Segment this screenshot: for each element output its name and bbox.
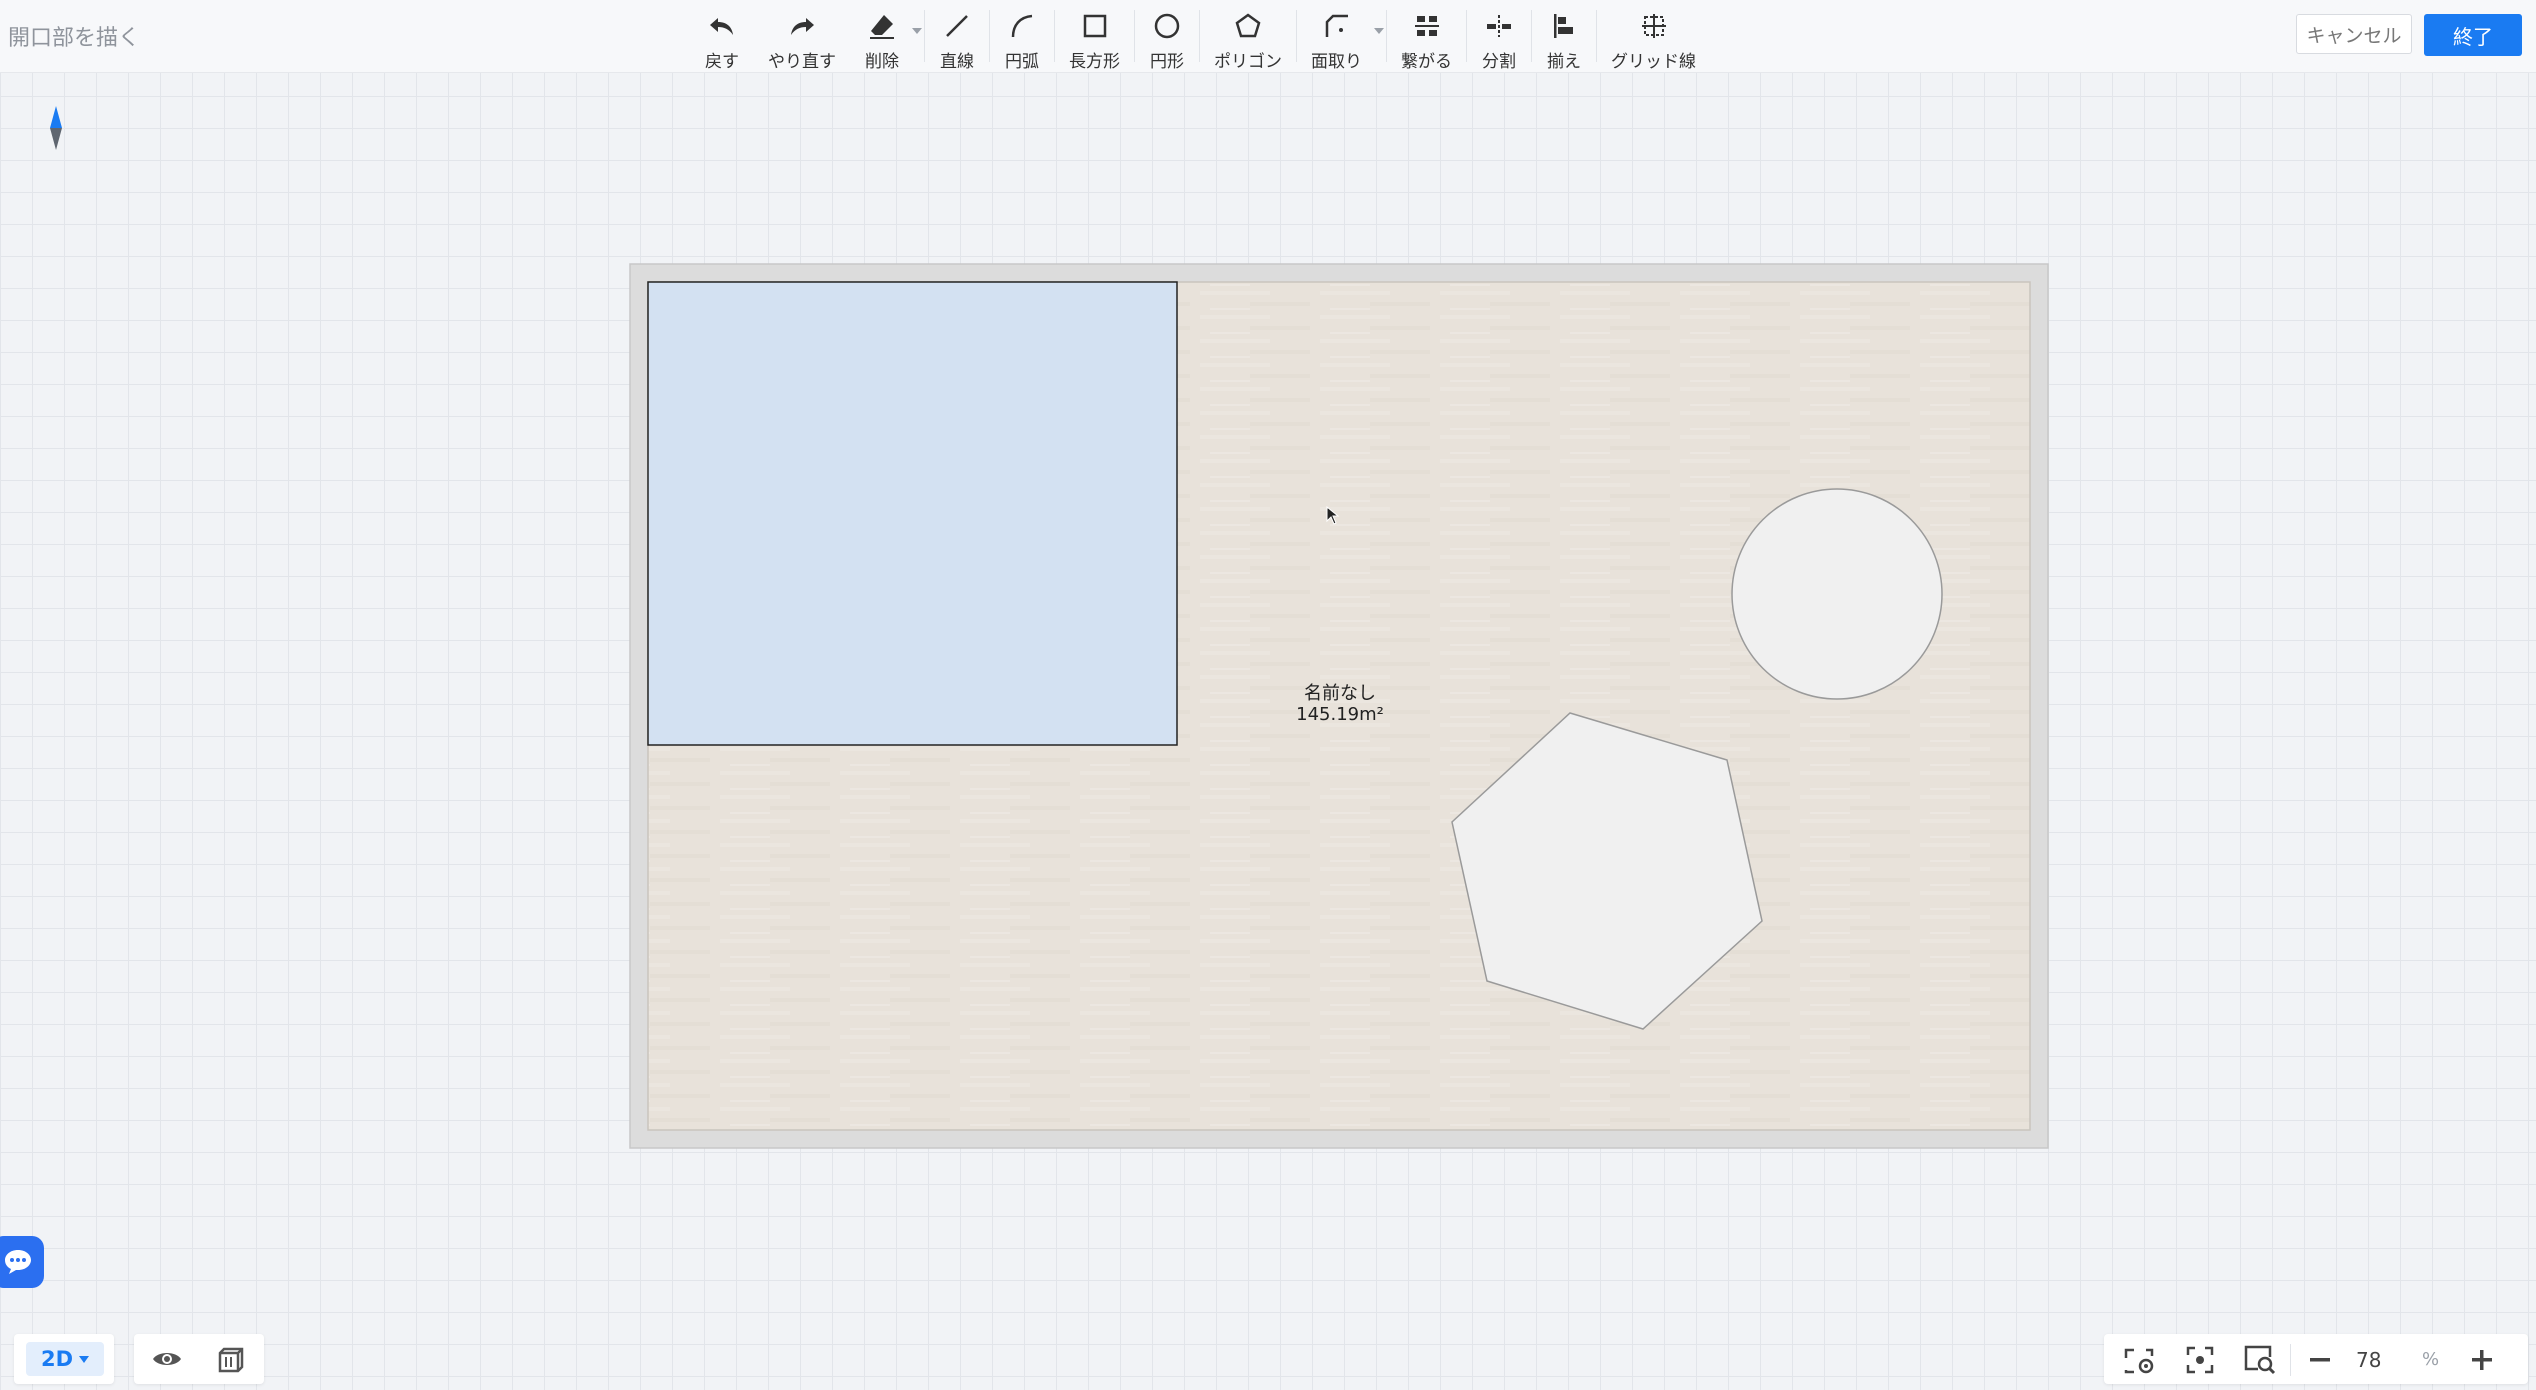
circle-icon xyxy=(1149,8,1185,43)
tool-group: 戻す やり直す 削除 直線 円弧 長方形 円形 ポリゴン 面取り 繋がる 分割 … xyxy=(690,0,1710,72)
zoom-out-button[interactable] xyxy=(2300,1340,2340,1380)
circle-button[interactable]: 円形 xyxy=(1135,0,1199,72)
top-toolbar: 開口部を描く 戻す やり直す 削除 直線 円弧 長方形 円形 ポリゴン 面取り … xyxy=(0,0,2536,73)
page-title: 開口部を描く xyxy=(8,26,141,51)
connect-button[interactable]: 繋がる xyxy=(1387,0,1466,72)
connect-icon xyxy=(1409,8,1445,43)
rectangle-opening[interactable] xyxy=(647,281,1178,746)
undo-button[interactable]: 戻す xyxy=(690,0,754,72)
rectangle-button[interactable]: 長方形 xyxy=(1055,0,1134,72)
room-area: 145.19m² xyxy=(1296,704,1384,725)
view-mode-dropdown[interactable]: 2D xyxy=(26,1342,104,1376)
chevron-down-icon[interactable] xyxy=(912,28,922,34)
zoom-area-button[interactable] xyxy=(2240,1340,2280,1380)
chamfer-label: 面取り xyxy=(1311,52,1362,72)
chamfer-icon xyxy=(1319,8,1355,43)
minus-icon xyxy=(2310,1358,2330,1362)
zoom-divider xyxy=(2290,1344,2291,1376)
view-settings-button[interactable] xyxy=(2120,1340,2160,1380)
split-label: 分割 xyxy=(1482,52,1516,72)
polygon-button[interactable]: ポリゴン xyxy=(1200,0,1296,72)
connect-label: 繋がる xyxy=(1401,52,1452,72)
rectangle-label: 長方形 xyxy=(1069,52,1120,72)
room-name: 名前なし xyxy=(1304,683,1376,704)
chevron-down-icon xyxy=(79,1355,90,1363)
3d-box-button[interactable] xyxy=(214,1341,250,1377)
polygon-opening[interactable] xyxy=(1451,712,1763,1030)
eye-icon xyxy=(152,1353,181,1365)
arc-button[interactable]: 円弧 xyxy=(990,0,1054,72)
redo-button[interactable]: やり直す xyxy=(754,0,850,72)
visibility-button[interactable] xyxy=(149,1341,185,1377)
grid-line-icon xyxy=(1636,8,1672,43)
cube-icon xyxy=(218,1347,243,1373)
cancel-button[interactable]: キャンセル xyxy=(2296,14,2412,54)
line-icon xyxy=(939,8,975,43)
chamfer-button[interactable]: 面取り xyxy=(1297,0,1386,72)
polygon-label: ポリゴン xyxy=(1214,52,1282,72)
eraser-icon xyxy=(864,8,900,43)
redo-icon xyxy=(784,8,820,43)
room-label: 名前なし 145.19m² xyxy=(1240,683,1440,725)
line-label: 直線 xyxy=(940,52,974,72)
compass-icon[interactable] xyxy=(48,106,64,150)
grid-line-button[interactable]: グリッド線 xyxy=(1597,0,1710,72)
chat-button[interactable] xyxy=(0,1236,44,1288)
redo-label: やり直す xyxy=(768,52,836,72)
undo-icon xyxy=(704,8,740,43)
delete-label: 削除 xyxy=(865,52,899,72)
align-icon xyxy=(1546,8,1582,43)
rectangle-icon xyxy=(1077,8,1113,43)
line-button[interactable]: 直線 xyxy=(925,0,989,72)
zoom-in-button[interactable] xyxy=(2462,1340,2502,1380)
zoom-unit: % xyxy=(2422,1349,2440,1370)
view-settings-icon xyxy=(2124,1348,2154,1374)
arc-label: 円弧 xyxy=(1005,52,1039,72)
grid-line-label: グリッド線 xyxy=(1611,52,1696,72)
plus-icon xyxy=(2472,1350,2492,1370)
split-icon xyxy=(1481,8,1517,43)
zoom-area-icon xyxy=(2244,1345,2276,1375)
align-button[interactable]: 揃え xyxy=(1532,0,1596,72)
chat-icon xyxy=(5,1250,31,1274)
align-label: 揃え xyxy=(1547,52,1581,72)
split-button[interactable]: 分割 xyxy=(1467,0,1531,72)
finish-button[interactable]: 終了 xyxy=(2424,14,2522,56)
display-options-panel xyxy=(134,1334,264,1384)
undo-label: 戻す xyxy=(705,52,739,72)
chevron-down-icon[interactable] xyxy=(1374,28,1384,34)
mouse-cursor-icon xyxy=(1326,505,1340,530)
view-mode-label: 2D xyxy=(40,1347,74,1371)
pentagon-icon xyxy=(1230,8,1266,43)
circle-opening[interactable] xyxy=(1731,488,1943,700)
arc-icon xyxy=(1004,8,1040,43)
circle-label: 円形 xyxy=(1150,52,1184,72)
delete-button[interactable]: 削除 xyxy=(850,0,924,72)
fit-view-button[interactable] xyxy=(2180,1340,2220,1380)
fit-view-icon xyxy=(2186,1346,2214,1374)
